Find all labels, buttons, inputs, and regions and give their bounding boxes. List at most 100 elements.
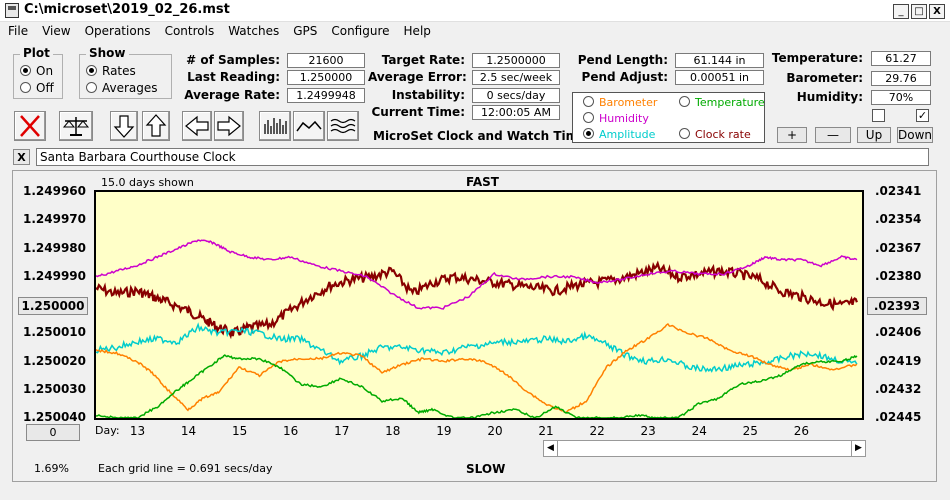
minus-button[interactable]: —: [815, 127, 851, 143]
percent-label: 1.69%: [34, 462, 69, 475]
target-rate-field: 1.2500000: [472, 53, 560, 68]
left-tick-label: 1.250030: [22, 381, 86, 396]
arrow-down-icon: [113, 115, 135, 138]
show-averages-radio[interactable]: Averages: [86, 81, 158, 95]
average-rate-field: 1.2499948: [287, 88, 365, 103]
window-title: C:\microset\2019_02_26.mst: [24, 2, 230, 17]
horizontal-scrollbar[interactable]: ◀ ▶: [543, 440, 866, 457]
wave-graph-button[interactable]: [327, 111, 359, 141]
right-tick-label: .02406: [875, 325, 922, 340]
right-center-value-button[interactable]: .02393: [867, 297, 927, 315]
right-tick-label: .02380: [875, 268, 922, 283]
pend-adjust-field: 0.00051 in: [675, 70, 764, 85]
menu-gps[interactable]: GPS: [284, 22, 322, 38]
arrow-left-icon: [185, 115, 209, 137]
bar-graph-button[interactable]: [259, 111, 291, 141]
overlay-selector: Barometer Temperature Humidity Amplitude…: [572, 92, 765, 143]
show-rates-radio[interactable]: Rates: [86, 64, 136, 78]
last-reading-label: Last Reading:: [187, 70, 280, 84]
plot-group: Plot On Off: [13, 46, 63, 99]
up-button[interactable]: Up: [857, 127, 891, 143]
temperature-field: 61.27: [871, 51, 931, 66]
average-error-label: Average Error:: [368, 70, 467, 84]
arrow-right-icon: [217, 115, 241, 137]
overlay-amplitude[interactable]: Amplitude: [583, 128, 655, 141]
plus-button[interactable]: +: [777, 127, 807, 143]
humidity-label: Humidity:: [796, 90, 863, 104]
day-tick-label: 26: [793, 424, 809, 438]
overlay-humidity[interactable]: Humidity: [583, 112, 649, 125]
line-graph-icon: [296, 120, 322, 132]
rate-chart: [95, 239, 858, 420]
left-tick-label: 1.249990: [22, 268, 86, 283]
left-tick-label: 1.249960: [22, 184, 86, 198]
series-line-amplitude: [95, 322, 858, 373]
day-tick-label: 13: [129, 424, 146, 438]
scroll-left-button[interactable]: [182, 111, 212, 141]
menu-file[interactable]: File: [0, 22, 33, 38]
stop-button[interactable]: [14, 111, 46, 141]
menu-watches[interactable]: Watches: [219, 22, 284, 38]
samples-label: # of Samples:: [186, 53, 280, 67]
maximize-button[interactable]: □: [911, 4, 927, 19]
fast-label: FAST: [466, 175, 499, 189]
left-tick-label: 1.249980: [22, 240, 86, 255]
current-time-label: Current Time:: [371, 105, 465, 119]
right-checkbox[interactable]: ✓: [916, 109, 929, 122]
x-icon: [20, 115, 40, 137]
days-shown-label: 15.0 days shown: [101, 176, 194, 189]
series-line-clock-rate: [95, 260, 858, 340]
right-tick-label: .02419: [875, 353, 922, 368]
left-tick-label: 1.249970: [22, 212, 86, 227]
right-tick-label: .02445: [875, 410, 922, 424]
current-time-field: 12:00:05 AM: [472, 105, 560, 120]
day-tick-label: 25: [742, 424, 758, 438]
minimize-button[interactable]: _: [893, 4, 909, 19]
scroll-right-button[interactable]: [214, 111, 244, 141]
day-tick-label: 24: [691, 424, 707, 438]
day-tick-label: 22: [589, 424, 605, 438]
scroll-right-arrow-icon[interactable]: ▶: [851, 441, 865, 456]
overlay-barometer[interactable]: Barometer: [583, 96, 657, 109]
menu-view[interactable]: View: [33, 22, 75, 38]
average-error-field: 2.5 sec/week: [472, 70, 560, 85]
day-tick-label: 16: [283, 424, 299, 438]
show-group: Show Rates Averages: [79, 46, 172, 99]
down-button[interactable]: Down: [897, 127, 933, 143]
plot-off-radio[interactable]: Off: [20, 81, 54, 95]
instability-field: 0 secs/day: [472, 88, 560, 103]
center-value-button[interactable]: 1.250000: [18, 297, 88, 315]
plot-on-radio[interactable]: On: [20, 64, 53, 78]
menu-help[interactable]: Help: [395, 22, 436, 38]
average-rate-label: Average Rate:: [184, 88, 280, 102]
overlay-clock-rate[interactable]: Clock rate: [679, 128, 751, 141]
scroll-up-button[interactable]: [142, 111, 170, 141]
app-name-label: MicroSet Clock and Watch Timer: [373, 129, 593, 143]
grid-note-label: Each grid line = 0.691 secs/day: [98, 462, 273, 475]
clock-close-button[interactable]: X: [13, 149, 30, 165]
right-tick-label: .02367: [875, 240, 922, 255]
wave-lines-icon: [330, 118, 356, 134]
day-tick-label: 18: [385, 424, 401, 438]
menu-controls[interactable]: Controls: [156, 22, 220, 38]
zero-button[interactable]: 0: [26, 424, 80, 441]
left-checkbox[interactable]: [872, 109, 885, 122]
balance-button[interactable]: [59, 111, 93, 141]
right-tick-label: .02341: [875, 184, 922, 198]
pend-adjust-label: Pend Adjust:: [581, 70, 668, 84]
bar-graph-icon: [264, 118, 287, 134]
menu-bar: File View Operations Controls Watches GPS Conf…: [0, 22, 950, 42]
overlay-temperature[interactable]: Temperature: [679, 96, 765, 109]
menu-operations[interactable]: Operations: [76, 22, 156, 38]
day-tick-label: 19: [436, 424, 452, 438]
scroll-left-arrow-icon[interactable]: ◀: [544, 441, 558, 456]
clock-name-field[interactable]: Santa Barbara Courthouse Clock: [36, 148, 929, 166]
close-button[interactable]: X: [929, 4, 945, 19]
day-tick-label: 21: [538, 424, 554, 438]
barometer-label: Barometer:: [786, 71, 863, 85]
title-bar: C:\microset\2019_02_26.mst _ □ X: [0, 0, 950, 22]
menu-configure[interactable]: Configure: [322, 22, 394, 38]
series-line-barometer: [95, 322, 858, 414]
scroll-down-button[interactable]: [110, 111, 138, 141]
line-graph-button[interactable]: [293, 111, 325, 141]
